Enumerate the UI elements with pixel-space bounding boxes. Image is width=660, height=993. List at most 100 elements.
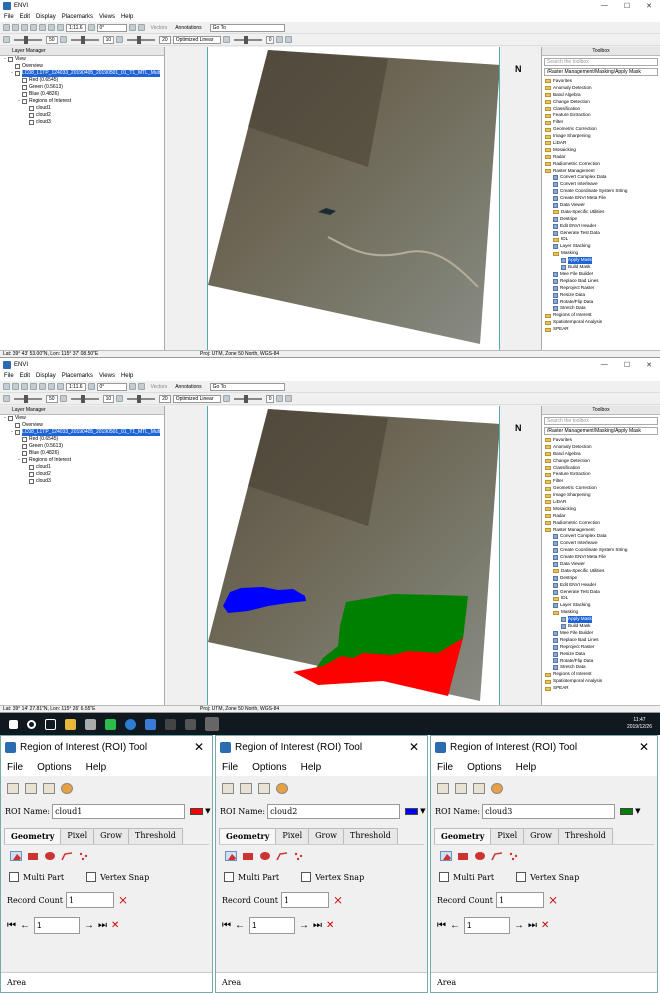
- layer-tree-row[interactable]: Overview: [0, 63, 164, 70]
- next-record-icon[interactable]: →: [84, 920, 94, 931]
- new-roi-icon[interactable]: [437, 782, 449, 794]
- layer-checkbox[interactable]: [29, 106, 34, 111]
- toolbox-item[interactable]: Layer Stacking: [542, 602, 660, 609]
- toolbox-item[interactable]: Generate Test Data: [542, 589, 660, 596]
- menu-help[interactable]: Help: [121, 373, 133, 379]
- toolbox-item[interactable]: Image Sharpening: [542, 492, 660, 499]
- layer-checkbox[interactable]: [22, 92, 27, 97]
- toolbox-item[interactable]: Convert Complex Data: [542, 174, 660, 181]
- toolbox-item[interactable]: Generate Test Data: [542, 230, 660, 237]
- delete-records-icon[interactable]: ⨯: [118, 893, 128, 907]
- toolbox-item[interactable]: Masking: [542, 250, 660, 257]
- toolbox-item[interactable]: Radiometric Correction: [542, 161, 660, 168]
- roi-color-swatch[interactable]: [405, 807, 419, 815]
- expand-toggle-icon[interactable]: -: [3, 415, 7, 422]
- roi-menu-file[interactable]: File: [7, 762, 23, 773]
- toolbox-item[interactable]: Mee File Builder: [542, 630, 660, 637]
- menu-views[interactable]: Views: [99, 14, 115, 20]
- tab-threshold[interactable]: Threshold: [343, 828, 398, 844]
- toolbox-item[interactable]: SPEAR: [542, 685, 660, 692]
- save-roi-icon[interactable]: [455, 782, 467, 794]
- polygon-icon[interactable]: [10, 850, 22, 861]
- toolbox-item[interactable]: Create Coordinate System String: [542, 547, 660, 554]
- toolbox-item[interactable]: Edit ENVI Header: [542, 223, 660, 230]
- zoom-select[interactable]: 1:11.6: [66, 23, 86, 32]
- layer-checkbox[interactable]: [22, 451, 27, 456]
- toolbox-item[interactable]: Radiometric Correction: [542, 520, 660, 527]
- layer-checkbox[interactable]: [15, 430, 20, 435]
- refresh-icon[interactable]: [222, 36, 230, 43]
- layer-tree-row[interactable]: - LC08_L1TP_124033_20190405_20190501_01_T…: [0, 70, 164, 77]
- toolbox-item[interactable]: Spatiotemporal Analysis: [542, 319, 660, 326]
- menu-file[interactable]: File: [4, 373, 14, 379]
- menu-help[interactable]: Help: [121, 14, 133, 20]
- image-view[interactable]: [207, 47, 500, 350]
- roi-name-input[interactable]: cloud2: [267, 803, 401, 819]
- layer-tree-row[interactable]: Overview: [0, 422, 164, 429]
- delete-records-icon[interactable]: ⨯: [333, 893, 343, 907]
- roi-name-input[interactable]: cloud1: [52, 803, 186, 819]
- new-roi-icon[interactable]: [222, 782, 234, 794]
- roi-menu-help[interactable]: Help: [301, 762, 322, 773]
- expand-toggle-icon[interactable]: -: [17, 457, 21, 464]
- last-record-icon[interactable]: ⏭: [98, 920, 107, 931]
- toolbox-item[interactable]: Geometric Correction: [542, 126, 660, 133]
- roi-tools-icon[interactable]: [276, 782, 288, 794]
- close-icon[interactable]: ✕: [194, 740, 204, 754]
- menu-views[interactable]: Views: [99, 373, 115, 379]
- chart-icon[interactable]: [276, 395, 284, 402]
- layer-tree-row[interactable]: - Regions of Interest: [0, 457, 164, 464]
- next-record-icon[interactable]: →: [514, 920, 524, 931]
- layer-tree-row[interactable]: Red (0.6545): [0, 436, 164, 443]
- multi-part-checkbox[interactable]: [439, 872, 449, 882]
- layer-tree-row[interactable]: Blue (0.4826): [0, 450, 164, 457]
- toolbox-item[interactable]: Convert Complex Data: [542, 533, 660, 540]
- rotate-select[interactable]: 0°: [96, 23, 127, 32]
- vertex-snap-checkbox[interactable]: [301, 872, 312, 882]
- brightness-slider[interactable]: [14, 394, 42, 403]
- toolbox-item[interactable]: IDL: [542, 595, 660, 602]
- toolbox-item[interactable]: IDL: [542, 236, 660, 243]
- rotate-icon[interactable]: [87, 383, 95, 390]
- layer-checkbox[interactable]: [8, 416, 13, 421]
- store-icon[interactable]: [85, 718, 96, 730]
- layer-tree-row[interactable]: - View: [0, 56, 164, 63]
- minimize-icon[interactable]: —: [601, 2, 608, 10]
- search-icon[interactable]: [27, 719, 36, 729]
- toolbox-item[interactable]: Feature Extraction: [542, 471, 660, 478]
- last-record-icon[interactable]: ⏭: [528, 920, 537, 931]
- tab-geometry[interactable]: Geometry: [219, 828, 277, 844]
- tab-threshold[interactable]: Threshold: [128, 828, 183, 844]
- stretch-select[interactable]: Optimized Linear: [172, 35, 221, 44]
- prev-record-icon[interactable]: ←: [20, 920, 30, 931]
- zoom-in-icon[interactable]: [48, 24, 55, 31]
- delete-roi-icon[interactable]: [473, 782, 485, 794]
- layer-tree-row[interactable]: - View: [0, 415, 164, 422]
- maximize-icon[interactable]: ☐: [624, 2, 630, 10]
- goto-input[interactable]: Go To: [209, 382, 285, 391]
- toolbox-item[interactable]: Raster Management: [542, 168, 660, 175]
- layer-tree-row[interactable]: - Regions of Interest: [0, 98, 164, 105]
- toolbox-search-input[interactable]: Search the toolbox: [544, 58, 658, 66]
- toolbox-item[interactable]: Mee File Builder: [542, 271, 660, 278]
- close-icon[interactable]: ✕: [409, 740, 419, 754]
- multi-part-checkbox[interactable]: [224, 872, 234, 882]
- toolbox-item[interactable]: Rotate/Flip Data: [542, 299, 660, 306]
- chevron-down-icon[interactable]: ▼: [635, 807, 640, 815]
- toolbox-item[interactable]: Change Detection: [542, 458, 660, 465]
- toolbox-item[interactable]: Change Detection: [542, 99, 660, 106]
- layer-checkbox[interactable]: [22, 78, 27, 83]
- brightness-value[interactable]: 50: [46, 394, 58, 403]
- layer-checkbox[interactable]: [15, 71, 20, 76]
- layer-checkbox[interactable]: [15, 64, 20, 69]
- close-icon[interactable]: ✕: [639, 740, 649, 754]
- layer-checkbox[interactable]: [29, 120, 34, 125]
- point-icon[interactable]: [508, 851, 520, 861]
- toolbox-item[interactable]: Stretch Data: [542, 305, 660, 312]
- polyline-icon[interactable]: [491, 851, 503, 861]
- prev-record-icon[interactable]: ←: [235, 920, 245, 931]
- toolbox-item[interactable]: Band Algebra: [542, 92, 660, 99]
- polyline-icon[interactable]: [61, 851, 73, 861]
- polyline-icon[interactable]: [276, 851, 288, 861]
- layer-checkbox[interactable]: [29, 479, 34, 484]
